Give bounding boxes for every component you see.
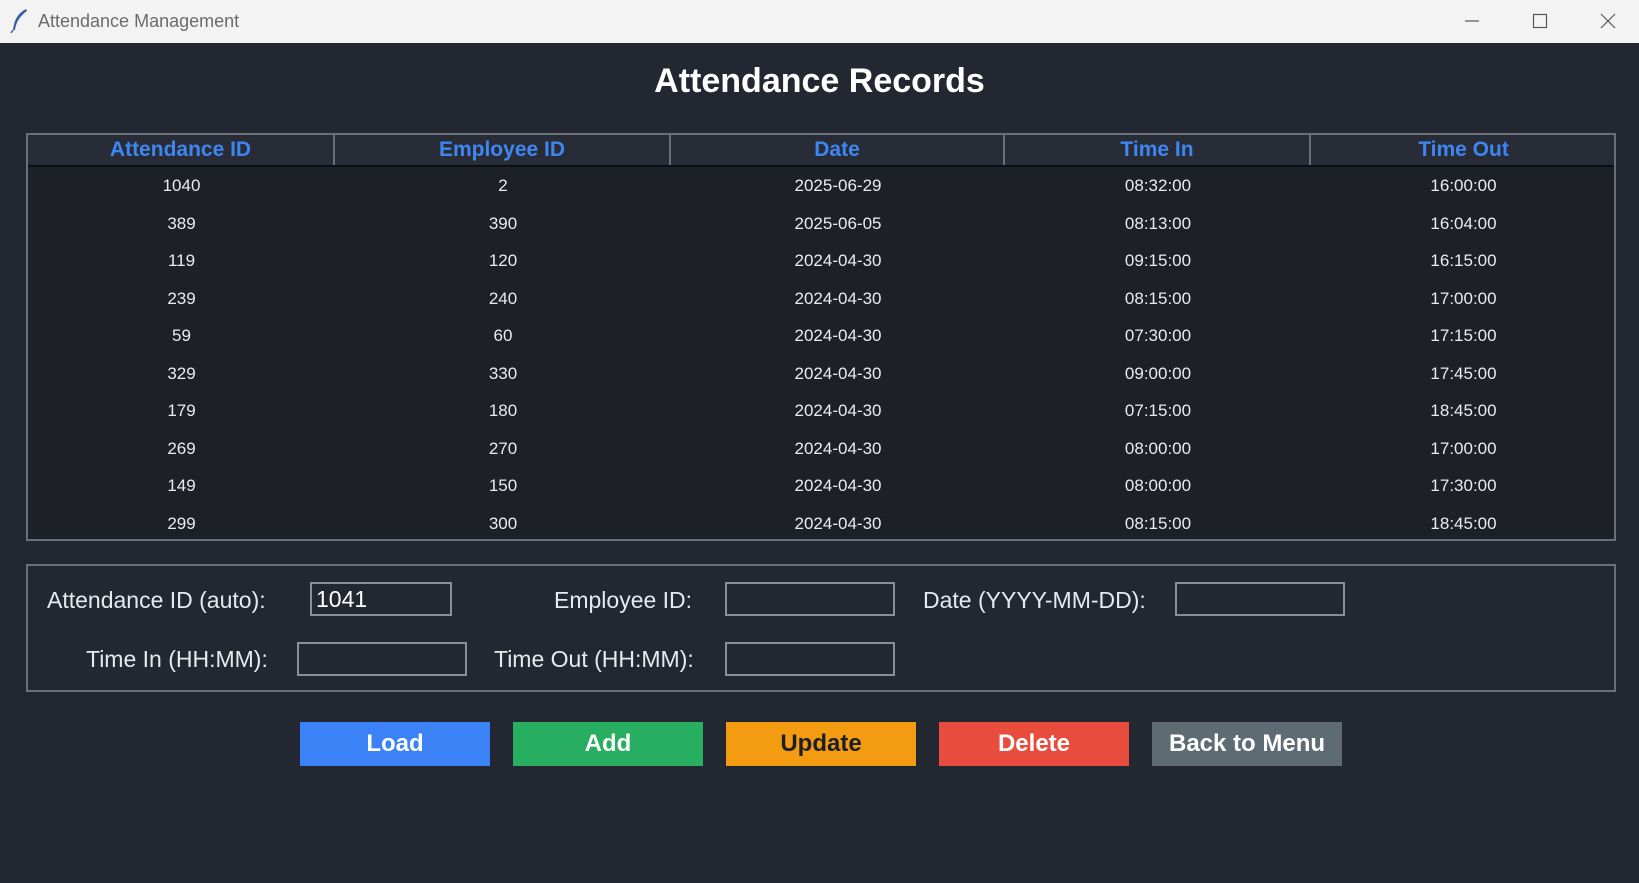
attendance-id-label: Attendance ID (auto): <box>47 587 266 613</box>
cell-employee-id: 240 <box>488 288 518 308</box>
table-row[interactable]: 149 150 2024-04-30 08:00:00 17:30:00 <box>28 467 1614 505</box>
cell-attendance-id: 389 <box>167 213 196 233</box>
cell-time-out: 17:15:00 <box>1430 326 1497 345</box>
maximize-icon <box>1532 13 1548 29</box>
feather-icon <box>10 8 30 34</box>
cell-time-in: 09:00:00 <box>1124 363 1192 383</box>
cell-employee-id: 180 <box>488 401 518 420</box>
cell-attendance-id: 239 <box>167 288 196 308</box>
title-bar: Attendance Management <box>0 0 1639 43</box>
cell-attendance-id: 299 <box>167 513 196 533</box>
table-row[interactable]: 329 330 2024-04-30 09:00:00 17:45:00 <box>28 355 1614 393</box>
cell-date: 2024-04-30 <box>794 363 882 383</box>
cell-time-in: 07:30:00 <box>1124 326 1192 345</box>
add-button[interactable]: Add <box>513 722 703 766</box>
cell-attendance-id: 179 <box>167 401 196 420</box>
column-header-attendance-id[interactable]: Attendance ID <box>28 135 335 165</box>
table-body: 1040 2 2025-06-29 08:32:00 16:00:00 389 … <box>28 167 1614 542</box>
minimize-icon <box>1465 20 1479 22</box>
table-row[interactable]: 119 120 2024-04-30 09:15:00 16:15:00 <box>28 242 1614 280</box>
cell-time-out: 17:00:00 <box>1430 288 1497 308</box>
cell-time-out: 16:04:00 <box>1430 213 1497 233</box>
table-row[interactable]: 269 270 2024-04-30 08:00:00 17:00:00 <box>28 430 1614 468</box>
cell-employee-id: 60 <box>493 326 513 345</box>
cell-attendance-id: 149 <box>167 476 196 495</box>
cell-employee-id: 300 <box>488 513 518 533</box>
attendance-id-field[interactable] <box>310 582 452 616</box>
date-label: Date (YYYY-MM-DD): <box>923 587 1146 613</box>
back-to-menu-button[interactable]: Back to Menu <box>1152 722 1342 766</box>
load-button[interactable]: Load <box>300 722 490 766</box>
cell-date: 2024-04-30 <box>794 438 882 458</box>
window-title: Attendance Management <box>38 11 240 31</box>
cell-date: 2024-04-30 <box>794 513 882 533</box>
cell-time-out: 18:45:00 <box>1430 513 1497 533</box>
maximize-button[interactable] <box>1506 0 1574 43</box>
cell-time-in: 07:15:00 <box>1124 401 1192 420</box>
cell-time-in: 08:00:00 <box>1124 476 1192 495</box>
delete-button[interactable]: Delete <box>939 722 1129 766</box>
cell-time-out: 17:30:00 <box>1430 476 1497 495</box>
cell-employee-id: 120 <box>488 251 518 270</box>
cell-time-in: 08:32:00 <box>1124 176 1192 195</box>
cell-date: 2025-06-29 <box>794 176 882 195</box>
cell-date: 2024-04-30 <box>794 476 882 495</box>
minimize-button[interactable] <box>1438 0 1506 43</box>
employee-id-label: Employee ID: <box>554 587 693 613</box>
time-out-label: Time Out (HH:MM): <box>494 646 694 672</box>
cell-time-out: 16:15:00 <box>1430 251 1497 270</box>
attendance-form: Attendance ID (auto): Employee ID: Date … <box>26 564 1616 692</box>
cell-time-in: 08:15:00 <box>1124 288 1192 308</box>
date-field[interactable] <box>1175 582 1345 616</box>
table-row[interactable]: 179 180 2024-04-30 07:15:00 18:45:00 <box>28 392 1614 430</box>
cell-time-out: 18:45:00 <box>1430 401 1497 420</box>
cell-attendance-id: 269 <box>167 438 196 458</box>
attendance-table[interactable]: Attendance ID Employee ID Date Time In T… <box>26 133 1616 541</box>
table-row[interactable]: 389 390 2025-06-05 08:13:00 16:04:00 <box>28 205 1614 243</box>
cell-attendance-id: 119 <box>167 251 196 270</box>
cell-date: 2024-04-30 <box>794 401 882 420</box>
employee-id-field[interactable] <box>725 582 895 616</box>
table-header: Attendance ID Employee ID Date Time In T… <box>28 135 1614 167</box>
cell-employee-id: 2 <box>498 176 508 195</box>
cell-attendance-id: 1040 <box>162 176 201 195</box>
cell-time-in: 08:13:00 <box>1124 213 1192 233</box>
cell-time-in: 09:15:00 <box>1124 251 1192 270</box>
table-row[interactable]: 59 60 2024-04-30 07:30:00 17:15:00 <box>28 317 1614 355</box>
cell-employee-id: 270 <box>488 438 518 458</box>
time-out-field[interactable] <box>725 642 895 676</box>
cell-time-out: 17:00:00 <box>1430 438 1497 458</box>
table-row[interactable]: 239 240 2024-04-30 08:15:00 17:00:00 <box>28 280 1614 318</box>
cell-employee-id: 390 <box>488 213 518 233</box>
close-button[interactable] <box>1574 0 1639 43</box>
time-in-label: Time In (HH:MM): <box>86 646 268 672</box>
column-header-employee-id[interactable]: Employee ID <box>335 135 671 165</box>
table-row[interactable]: 1040 2 2025-06-29 08:32:00 16:00:00 <box>28 167 1614 205</box>
cell-employee-id: 150 <box>488 476 518 495</box>
cell-attendance-id: 329 <box>167 363 196 383</box>
cell-date: 2024-04-30 <box>794 326 882 345</box>
cell-attendance-id: 59 <box>172 326 191 345</box>
cell-time-out: 16:00:00 <box>1430 176 1497 195</box>
column-header-time-in[interactable]: Time In <box>1005 135 1311 165</box>
cell-time-out: 17:45:00 <box>1430 363 1497 383</box>
cell-time-in: 08:00:00 <box>1124 438 1192 458</box>
cell-date: 2025-06-05 <box>794 213 882 233</box>
page-title: Attendance Records <box>654 62 985 100</box>
close-icon <box>1600 13 1616 29</box>
cell-date: 2024-04-30 <box>794 251 882 270</box>
cell-time-in: 08:15:00 <box>1124 513 1192 533</box>
time-in-field[interactable] <box>297 642 467 676</box>
cell-employee-id: 330 <box>488 363 518 383</box>
table-row[interactable]: 299 300 2024-04-30 08:15:00 18:45:00 <box>28 505 1614 543</box>
column-header-time-out[interactable]: Time Out <box>1311 135 1616 165</box>
column-header-date[interactable]: Date <box>671 135 1005 165</box>
update-button[interactable]: Update <box>726 722 916 766</box>
cell-date: 2024-04-30 <box>794 288 882 308</box>
